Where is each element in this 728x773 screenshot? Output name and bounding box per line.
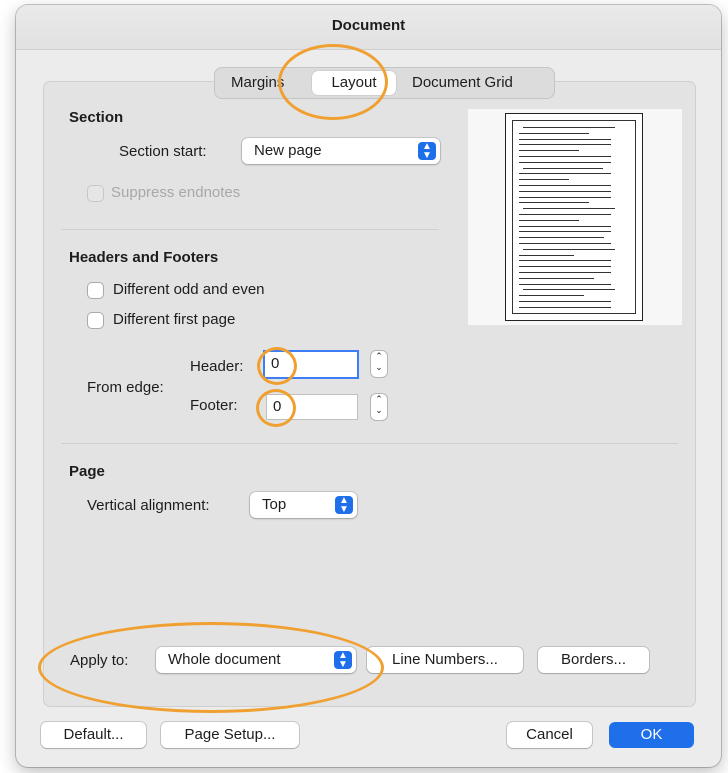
text-line [519, 190, 611, 192]
text-line [519, 161, 611, 163]
text-line [523, 127, 615, 128]
apply-to-value: Whole document [168, 651, 281, 668]
text-line [519, 219, 579, 221]
first-page-label: Different first page [113, 311, 236, 328]
tab-document-grid[interactable]: Document Grid [412, 74, 513, 91]
apply-to-label: Apply to: [70, 652, 129, 669]
text-line [519, 243, 611, 244]
line-numbers-button[interactable]: Line Numbers... [367, 647, 523, 673]
text-line [519, 254, 574, 256]
text-line [519, 231, 611, 233]
text-line [519, 301, 611, 302]
ok-button[interactable]: OK [609, 722, 694, 748]
text-line [519, 156, 611, 157]
footer-field[interactable]: 0 [266, 394, 358, 420]
from-edge-label: From edge: [87, 379, 164, 396]
text-line [519, 214, 611, 215]
suppress-endnotes-checkbox[interactable] [88, 186, 103, 201]
tab-bar: Margins Layout Document Grid [214, 67, 555, 99]
first-page-checkbox[interactable] [88, 313, 103, 328]
odd-even-label: Different odd and even [113, 281, 265, 298]
footer-stepper[interactable]: ⌃ ⌄ [371, 394, 387, 420]
text-line [519, 132, 589, 134]
vertical-alignment-label: Vertical alignment: [87, 497, 210, 514]
headers-footers-heading: Headers and Footers [69, 249, 219, 266]
suppress-endnotes-label: Suppress endnotes [111, 184, 241, 201]
dialog-title: Document [331, 17, 406, 34]
text-line [519, 173, 611, 175]
section-start-popup[interactable]: New page ▲ ▼ [242, 138, 440, 164]
divider [61, 443, 678, 444]
text-line [519, 283, 611, 285]
section-start-label: Section start: [119, 143, 207, 160]
page-heading: Page [69, 463, 105, 480]
section-heading: Section [69, 109, 124, 126]
text-line [519, 144, 611, 146]
divider [61, 229, 439, 230]
vertical-alignment-popup[interactable]: Top ▲ ▼ [250, 492, 357, 518]
header-label: Header: [190, 358, 244, 375]
page-setup-button[interactable]: Page Setup... [161, 722, 299, 748]
text-line [519, 237, 604, 239]
vertical-alignment-value: Top [262, 496, 287, 513]
text-line [519, 277, 594, 279]
text-line [519, 306, 611, 308]
text-line [519, 196, 611, 198]
document-dialog: Document Margins Layout Document Grid Se… [16, 5, 721, 767]
tab-layout[interactable]: Layout [312, 71, 396, 95]
borders-button[interactable]: Borders... [538, 647, 649, 673]
text-line [519, 138, 611, 140]
text-line [519, 295, 584, 297]
tab-margins[interactable]: Margins [231, 74, 284, 91]
section-start-value: New page [254, 142, 322, 159]
footer-value: 0 [273, 398, 282, 415]
text-line [523, 248, 615, 250]
text-line [519, 185, 611, 186]
layout-preview [468, 109, 682, 325]
cancel-button[interactable]: Cancel [507, 722, 592, 748]
odd-even-checkbox[interactable] [88, 283, 103, 298]
text-line [519, 202, 589, 204]
header-field[interactable]: 0 [263, 350, 359, 379]
popup-arrows-icon: ▲ ▼ [334, 651, 352, 670]
popup-arrows-icon: ▲ ▼ [418, 142, 436, 161]
page-thumbnail [505, 113, 643, 321]
text-line [523, 289, 615, 291]
text-line [519, 150, 579, 152]
text-line [523, 167, 603, 169]
footer-label: Footer: [190, 397, 238, 414]
popup-arrows-icon: ▲ ▼ [335, 496, 353, 515]
page-border [512, 120, 636, 314]
default-button[interactable]: Default... [41, 722, 146, 748]
text-line [523, 208, 615, 210]
text-line [519, 225, 611, 227]
header-stepper[interactable]: ⌃ ⌄ [371, 351, 387, 377]
text-line [519, 266, 611, 268]
title-bar: Document [16, 5, 721, 50]
text-line [519, 272, 611, 273]
apply-to-popup[interactable]: Whole document ▲ ▼ [156, 647, 356, 673]
text-line [519, 260, 611, 262]
header-value: 0 [271, 355, 280, 372]
text-line [519, 179, 569, 181]
